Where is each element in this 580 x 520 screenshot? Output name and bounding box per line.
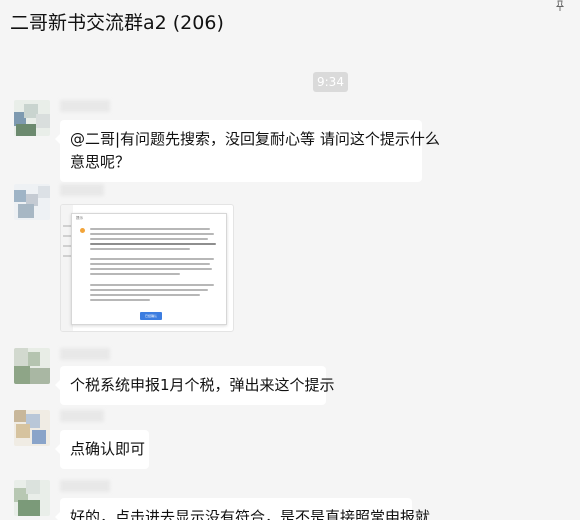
prompt-dialog-screenshot: 提示 已经确认 [71,213,227,325]
time-separator: 9:34 [313,72,348,92]
avatar[interactable] [14,348,50,384]
avatar[interactable] [14,480,50,516]
message-text: 个税系统申报1月个税，弹出来这个提示 [70,376,335,394]
avatar-image [14,410,50,446]
message-text-line: 意思呢？ [70,153,131,171]
sender-name [60,184,104,196]
chat-title: 二哥新书交流群a2 (206) [10,12,224,34]
warning-icon [80,228,85,233]
sender-name [60,410,104,422]
avatar-image [14,480,50,516]
avatar[interactable] [14,410,50,446]
avatar[interactable] [14,100,50,136]
avatar-image [14,100,50,136]
message-bubble[interactable]: 点确认即可 [55,430,149,469]
avatar[interactable] [14,184,50,220]
message-bubble[interactable]: 好的，点击进去显示没有符合，是不是直接照常申报就 [55,498,430,520]
message-bubble[interactable]: @二哥|有问题先搜索，没回复耐心等 请问这个提示什么 意思呢？ [55,120,440,182]
message-text: 好的，点击进去显示没有符合，是不是直接照常申报就 [70,508,431,520]
avatar-image [14,184,50,220]
pin-icon[interactable] [554,0,566,12]
message-bubble[interactable]: 个税系统申报1月个税，弹出来这个提示 [55,366,335,405]
dialog-confirm-button: 已经确认 [140,312,162,320]
message-text: 点确认即可 [70,440,146,458]
dialog-title: 提示 [76,216,83,220]
image-message[interactable]: 提示 已经确认 [60,204,234,332]
chat-header: 二哥新书交流群a2 (206) [0,0,580,48]
sender-name [60,100,110,112]
message-text-line: @二哥|有问题先搜索，没回复耐心等 请问这个提示什么 [70,130,440,148]
sender-name [60,348,110,360]
avatar-image [14,348,50,384]
sender-name [60,480,110,492]
